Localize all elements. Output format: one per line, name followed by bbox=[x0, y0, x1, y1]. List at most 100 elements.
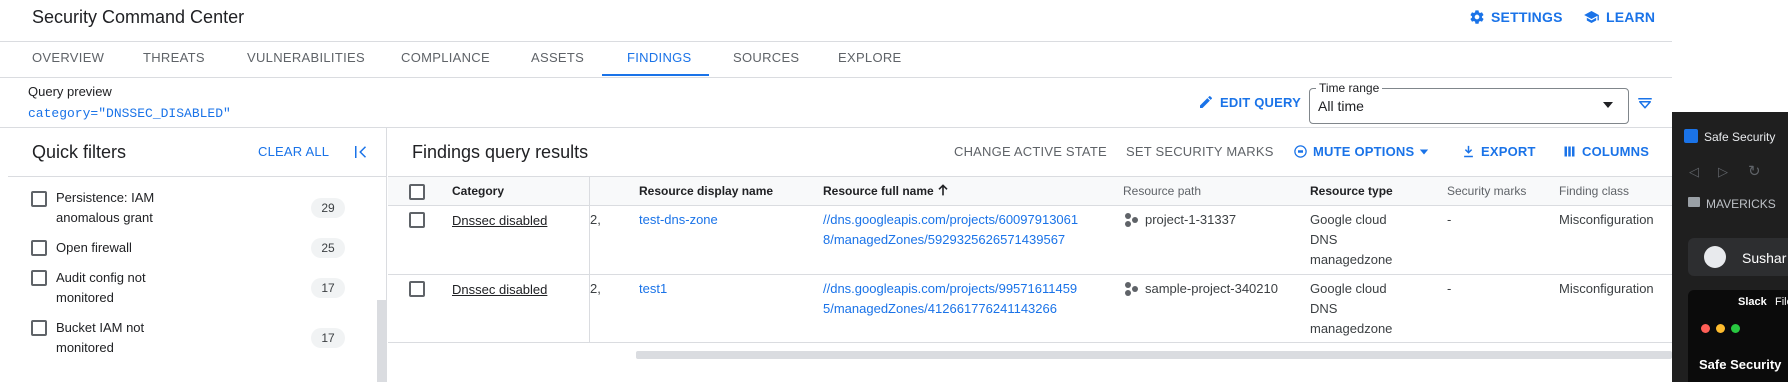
page-title: Security Command Center bbox=[32, 7, 245, 27]
resource-full-name-line: 5/managedZones/412661776241143266 bbox=[823, 301, 1057, 316]
active-tab-indicator bbox=[602, 74, 709, 76]
set-security-marks-button[interactable]: SET SECURITY MARKS bbox=[1126, 144, 1274, 159]
clipped-cell: 2, bbox=[590, 212, 601, 227]
tab-sources[interactable]: SOURCES bbox=[733, 50, 799, 65]
columns-label: COLUMNS bbox=[1582, 144, 1650, 159]
row-divider bbox=[388, 342, 1672, 343]
calendar-app-icon bbox=[1684, 129, 1698, 143]
reload-icon[interactable]: ↻ bbox=[1748, 162, 1761, 180]
time-range-value: All time bbox=[1318, 98, 1364, 114]
sort-ascending-icon[interactable] bbox=[935, 182, 951, 198]
collapse-panel-icon[interactable] bbox=[352, 143, 370, 161]
filter-checkbox-bucket-iam[interactable] bbox=[31, 320, 47, 336]
tabs-divider bbox=[0, 77, 1672, 78]
resource-full-name-line: //dns.googleapis.com/projects/9957161145… bbox=[823, 281, 1078, 296]
tab-overview[interactable]: OVERVIEW bbox=[32, 50, 104, 65]
resource-path: sample-project-340210 bbox=[1145, 281, 1278, 296]
filter-label: Bucket IAM not monitored bbox=[56, 320, 145, 355]
filter-count: 17 bbox=[311, 278, 345, 298]
filter-collapse-icon[interactable] bbox=[1636, 95, 1654, 113]
column-header-class[interactable]: Finding class bbox=[1559, 184, 1629, 198]
filter-checkbox-open-firewall[interactable] bbox=[31, 240, 47, 256]
overlay-window-title: Safe Security bbox=[1704, 130, 1776, 144]
row-checkbox[interactable] bbox=[409, 281, 425, 297]
category-link[interactable]: Dnssec disabled bbox=[452, 280, 547, 300]
back-icon[interactable]: ◁ bbox=[1689, 164, 1699, 180]
resource-display-name-link[interactable]: test-dns-zone bbox=[639, 210, 718, 230]
resource-type-line: managedzone bbox=[1310, 252, 1393, 267]
resource-type: Google cloud DNS managedzone bbox=[1310, 210, 1392, 270]
column-header-path[interactable]: Resource path bbox=[1123, 184, 1201, 198]
resource-full-name-link[interactable]: //dns.googleapis.com/projects/6009791306… bbox=[823, 210, 1078, 250]
resource-full-name-link[interactable]: //dns.googleapis.com/projects/9957161145… bbox=[823, 279, 1077, 319]
settings-label: SETTINGS bbox=[1491, 9, 1563, 25]
mute-options-button[interactable]: MUTE OPTIONS bbox=[1293, 144, 1429, 159]
export-button[interactable]: EXPORT bbox=[1461, 144, 1536, 159]
time-range-label: Time range bbox=[1316, 81, 1383, 95]
columns-icon bbox=[1564, 146, 1575, 157]
query-preview-code: category="DNSSEC_DISABLED" bbox=[28, 106, 231, 121]
header-divider bbox=[0, 41, 1672, 42]
filter-label: Open firewall bbox=[56, 240, 132, 255]
overlay-folder-label: MAVERICKS bbox=[1706, 197, 1776, 211]
security-marks: - bbox=[1447, 212, 1452, 227]
select-all-checkbox[interactable] bbox=[409, 184, 425, 200]
clear-all-button[interactable]: CLEAR ALL bbox=[258, 144, 329, 159]
overlay-app-name: Safe Security bbox=[1699, 357, 1782, 372]
resource-type-line: DNS bbox=[1310, 301, 1338, 316]
file-menu-label: File bbox=[1775, 296, 1788, 308]
columns-button[interactable]: COLUMNS bbox=[1562, 144, 1649, 159]
table-horizontal-scrollbar[interactable] bbox=[636, 351, 1672, 359]
filter-count: 17 bbox=[311, 328, 345, 348]
tab-compliance[interactable]: COMPLIANCE bbox=[401, 50, 490, 65]
change-active-state-button[interactable]: CHANGE ACTIVE STATE bbox=[954, 144, 1107, 159]
forward-icon[interactable]: ▷ bbox=[1718, 164, 1728, 180]
settings-button[interactable]: SETTINGS bbox=[1469, 9, 1563, 25]
resource-display-name-link[interactable]: test1 bbox=[639, 279, 667, 299]
tab-assets[interactable]: ASSETS bbox=[531, 50, 584, 65]
row-checkbox[interactable] bbox=[409, 212, 425, 228]
column-header-display-name[interactable]: Resource display name bbox=[639, 184, 773, 198]
tab-vulnerabilities[interactable]: VULNERABILITIES bbox=[247, 50, 365, 65]
column-header-marks[interactable]: Security marks bbox=[1447, 184, 1526, 198]
filter-count: 25 bbox=[311, 238, 345, 258]
resource-type-line: DNS bbox=[1310, 232, 1338, 247]
finding-class: Misconfiguration bbox=[1559, 281, 1654, 296]
slack-menu-label: Slack bbox=[1738, 296, 1767, 308]
project-icon bbox=[1125, 282, 1138, 296]
column-header-type[interactable]: Resource type bbox=[1310, 184, 1393, 198]
learn-button[interactable]: LEARN bbox=[1583, 9, 1655, 25]
minimize-dot-icon[interactable] bbox=[1716, 324, 1725, 333]
edit-query-button[interactable]: EDIT QUERY bbox=[1198, 94, 1301, 110]
resource-full-name-line: //dns.googleapis.com/projects/6009791306… bbox=[823, 212, 1079, 227]
column-header-category[interactable]: Category bbox=[452, 184, 504, 198]
export-label: EXPORT bbox=[1481, 144, 1536, 159]
sidebar-scrollbar[interactable] bbox=[377, 300, 386, 382]
resource-full-name-line: 8/managedZones/5929325626571439567 bbox=[823, 232, 1066, 247]
tab-findings[interactable]: FINDINGS bbox=[627, 50, 692, 65]
close-dot-icon[interactable] bbox=[1701, 324, 1710, 333]
resource-path: project-1-31337 bbox=[1145, 212, 1237, 227]
query-preview-label: Query preview bbox=[28, 84, 112, 99]
folder-icon bbox=[1688, 197, 1700, 207]
filter-label: Persistence: IAM anomalous grant bbox=[56, 190, 155, 225]
overlay-user-name: Sushar bbox=[1742, 250, 1787, 266]
edit-query-label: EDIT QUERY bbox=[1220, 94, 1301, 110]
filter-checkbox-audit-config[interactable] bbox=[31, 270, 47, 286]
resource-type: Google cloud DNS managedzone bbox=[1310, 279, 1392, 339]
project-icon bbox=[1125, 213, 1138, 227]
results-title: Findings query results bbox=[412, 142, 589, 162]
learn-label: LEARN bbox=[1606, 9, 1656, 25]
caret-down-icon bbox=[1603, 102, 1613, 108]
resource-type-line: Google cloud bbox=[1310, 281, 1387, 296]
column-header-full-name[interactable]: Resource full name bbox=[823, 184, 934, 198]
mute-options-label: MUTE OPTIONS bbox=[1313, 144, 1415, 159]
filter-checkbox-iam-anomalous-grant[interactable] bbox=[31, 191, 47, 207]
tab-threats[interactable]: THREATS bbox=[143, 50, 205, 65]
quick-filters-divider bbox=[8, 176, 386, 177]
maximize-dot-icon[interactable] bbox=[1731, 324, 1740, 333]
category-link[interactable]: Dnssec disabled bbox=[452, 211, 547, 231]
row-divider bbox=[388, 274, 1672, 275]
tab-explore[interactable]: EXPLORE bbox=[838, 50, 902, 65]
gear-icon bbox=[1470, 10, 1484, 24]
